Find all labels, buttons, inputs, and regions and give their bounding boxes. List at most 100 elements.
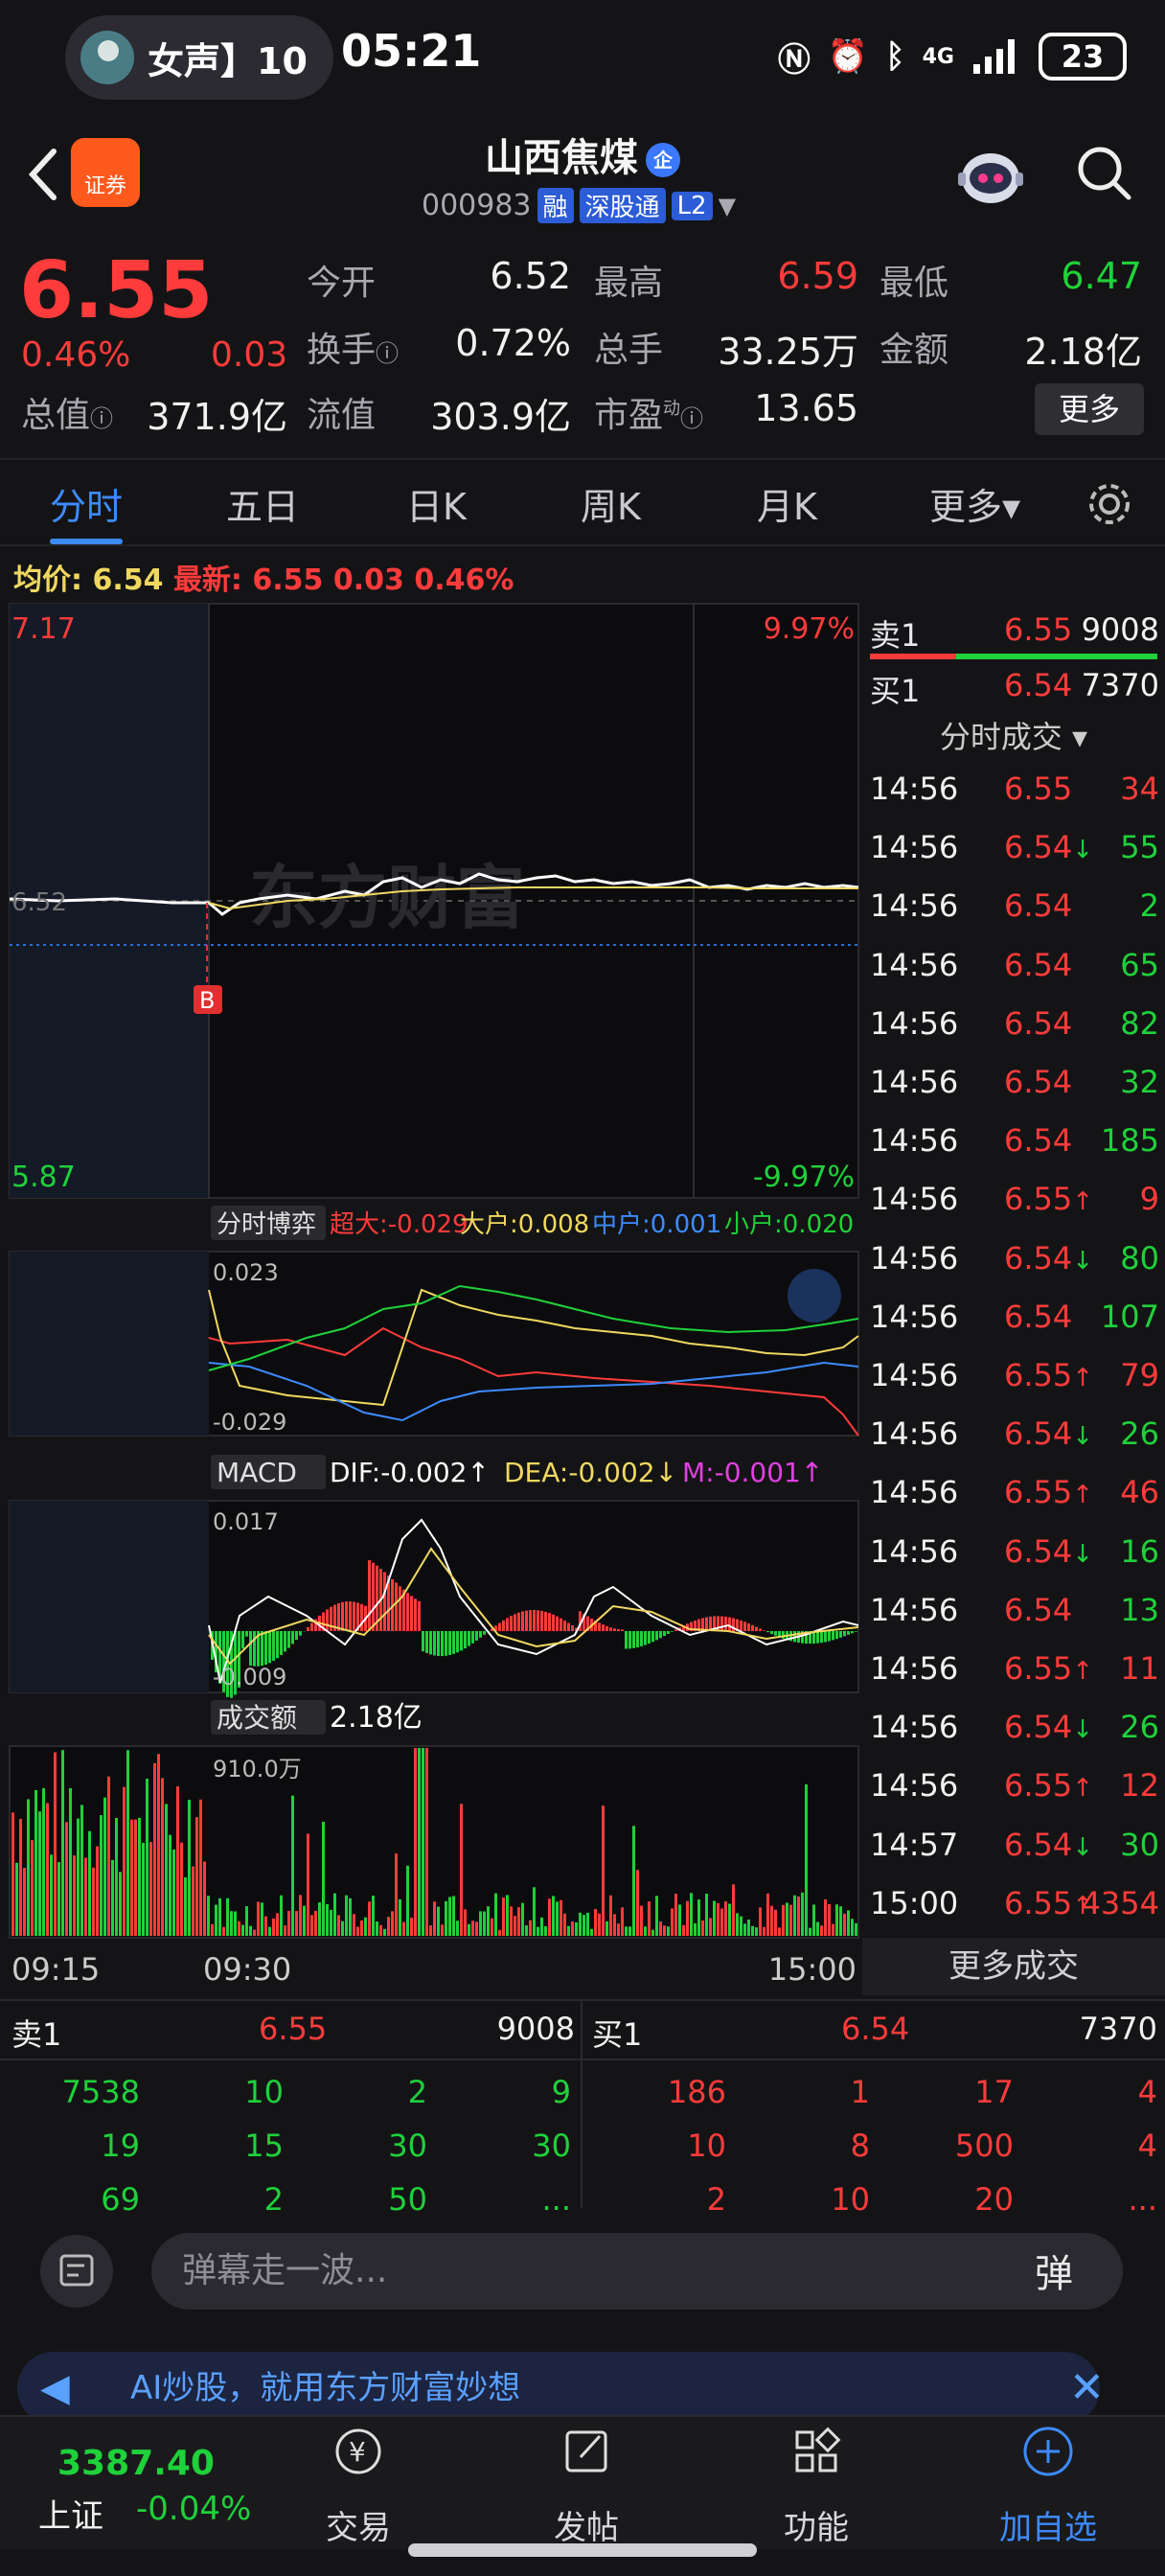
volume-bar (161, 1778, 164, 1936)
volume-bar (448, 1897, 451, 1936)
volume-bar (238, 1920, 240, 1936)
macd-dea-name: DEA: (504, 1457, 568, 1488)
info-icon[interactable]: ⓘ (376, 340, 399, 367)
pe-value: 13.65 (754, 387, 858, 429)
amount-value: 2.18亿 (1024, 331, 1142, 373)
trade-price: 6.54↓ (1004, 829, 1093, 865)
trade-time: 14:56 (870, 1767, 959, 1805)
intraday-chart[interactable]: 东方财富 B 7.17 6.52 5.87 9.97% -9.97% 分时博弈 … (0, 600, 862, 1999)
expand-icon[interactable] (788, 1269, 841, 1322)
volume-bar (96, 1846, 99, 1936)
home-indicator[interactable] (408, 2543, 757, 2557)
danmu-toggle-button[interactable]: 弹 (1035, 2242, 1073, 2298)
stock-name-text: 山西焦煤 (485, 136, 638, 180)
volume-bar (563, 1913, 566, 1936)
sell1-label: 卖1 (870, 617, 921, 654)
info-icon[interactable]: ⓘ (90, 405, 113, 432)
more-button[interactable]: 更多 (1035, 383, 1144, 435)
macd-bar (502, 1620, 505, 1631)
turnover-label-text: 换手 (307, 331, 377, 370)
depth-cell: 30 (532, 2128, 571, 2164)
level2-tag: L2 (671, 191, 713, 220)
macd-bar (245, 1631, 248, 1637)
gear-icon[interactable] (1085, 479, 1134, 529)
trade-time: 14:56 (870, 1239, 959, 1276)
flow-super-name: 超大: (330, 1210, 388, 1239)
turnover-label: 换手ⓘ (307, 322, 399, 372)
tab-intraday[interactable]: 分时 (50, 477, 123, 530)
volume-bar (257, 1901, 260, 1936)
volume-bar (613, 1914, 616, 1936)
volume-bar (552, 1896, 555, 1936)
trade-price: 6.54↓ (1004, 1533, 1093, 1570)
volume-bar (728, 1903, 731, 1936)
enterprise-badge: 企 (646, 143, 680, 177)
trade-price: 6.55↑ (1004, 1357, 1093, 1393)
tab-day-k[interactable]: 日K (406, 477, 467, 530)
macd-bar (249, 1631, 252, 1666)
open-label: 今开 (307, 264, 377, 303)
search-icon[interactable] (1073, 142, 1134, 203)
info-icon[interactable]: ⓘ (680, 405, 703, 432)
volume-bar (333, 1893, 336, 1936)
trade-price-value: 6.55 (1004, 1357, 1073, 1393)
macd-m-name: M: (682, 1457, 715, 1488)
volume-bar (272, 1918, 275, 1936)
trade-price-value: 6.54 (1004, 1826, 1073, 1863)
volume-bar (839, 1906, 842, 1936)
macd-bar (571, 1625, 574, 1631)
macd-bar (460, 1631, 463, 1651)
volume-bar (284, 1925, 286, 1936)
volume-bar (349, 1898, 352, 1936)
danmu-settings-icon[interactable] (40, 2235, 113, 2308)
volume-bar (211, 1923, 214, 1936)
x-start-label: 09:15 (11, 1951, 100, 1988)
volume-bar (697, 1899, 700, 1936)
robot-icon[interactable] (954, 140, 1027, 209)
high-label: 最高 (594, 264, 664, 303)
macd-bar (349, 1601, 352, 1631)
volume-bar (506, 1895, 509, 1936)
macd-bar (552, 1614, 555, 1631)
volume-bar (678, 1904, 681, 1936)
chevron-down-icon[interactable]: ▼ (719, 193, 736, 219)
tab-five-day[interactable]: 五日 (226, 477, 299, 530)
volume-bar (42, 1787, 45, 1936)
close-icon[interactable]: ✕ (1069, 2363, 1105, 2412)
macd-bar (636, 1631, 639, 1648)
danmu-input[interactable]: 弹幕走一波... (151, 2233, 1123, 2310)
trade-time: 15:00 (870, 1884, 959, 1921)
macd-bar (740, 1620, 742, 1631)
trade-price: 6.54 (1004, 1592, 1072, 1628)
volume-bar (318, 1902, 321, 1936)
macd-bar (448, 1631, 451, 1655)
volume-bar (556, 1901, 559, 1936)
macd-bar (299, 1631, 302, 1636)
volume-bar (640, 1905, 643, 1936)
trade-price: 6.55↑ (1004, 1767, 1093, 1804)
trades-dropdown[interactable]: 分时成交 ▾ (862, 713, 1165, 757)
volume-bar (326, 1903, 329, 1936)
volume-bar (609, 1895, 612, 1936)
ad-banner[interactable]: ◀ AI炒股，就用东方财富妙想 (17, 2352, 1100, 2425)
macd-bar (651, 1631, 654, 1643)
volume-bar (525, 1925, 528, 1936)
tab-week-k[interactable]: 周K (581, 477, 641, 530)
tab-more[interactable]: 更多▾ (929, 477, 1020, 530)
pe-label-text: 市盈 (594, 396, 664, 435)
macd-bar (839, 1631, 842, 1638)
macd-bar (368, 1560, 371, 1631)
index-ticker[interactable]: 3387.40 上证 -0.04% (19, 2425, 251, 2540)
more-trades-button[interactable]: 更多成交 (862, 1938, 1165, 1995)
tab-month-k[interactable]: 月K (757, 477, 817, 530)
depth-buy-label: 买1 (592, 2016, 643, 2053)
float-label: 流值 (307, 396, 377, 435)
volume-bar (84, 1857, 87, 1936)
watermark: 东方财富 (249, 858, 525, 938)
media-pill[interactable]: 女声】10 (65, 15, 333, 100)
latest-pct: 0.46% (414, 564, 514, 597)
trade-volume: 82 (1120, 1004, 1159, 1042)
latest-value: 6.55 (252, 564, 324, 597)
volume-bar (851, 1919, 854, 1936)
volume-bar (111, 1859, 114, 1936)
